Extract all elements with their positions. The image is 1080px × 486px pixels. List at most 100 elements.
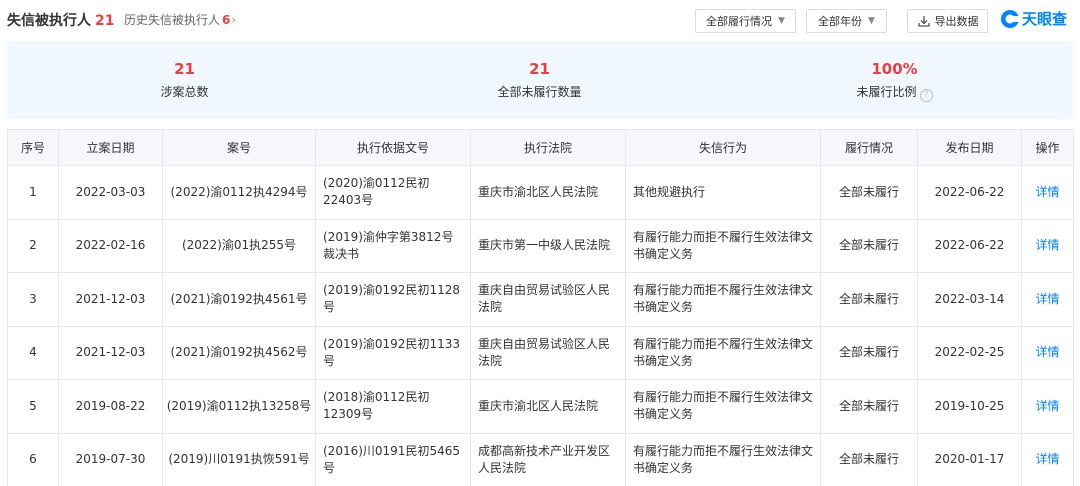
cell-dishonest-behavior: 有履行能力而拒不履行生效法律文书确定义务 — [625, 272, 821, 327]
cell-case-number: (2022)渝01执255号 — [162, 218, 316, 273]
cell-fulfillment-status: 全部未履行 — [820, 325, 918, 380]
column-header: 序号 — [7, 129, 59, 166]
export-button[interactable]: 导出数据 — [907, 9, 988, 33]
cell-dishonest-behavior: 有履行能力而拒不履行生效法律文书确定义务 — [625, 218, 821, 273]
column-header: 失信行为 — [625, 129, 821, 166]
detail-link[interactable]: 详情 — [1021, 165, 1074, 220]
cell-court: 重庆自由贸易试验区人民法院 — [470, 325, 626, 380]
stat-value: 100% — [871, 60, 918, 78]
column-header: 发布日期 — [917, 129, 1022, 166]
table-header-row: 序号 立案日期 案号 执行依据文号 执行法院 失信行为 履行情况 发布日期 操作 — [7, 129, 1074, 166]
table-row: 4 2021-12-03 (2021)渝0192执4562号 (2019)渝01… — [7, 325, 1074, 380]
cell-case-number: (2019)川0191执恢591号 — [162, 432, 316, 486]
section-title-text: 失信被执行人 — [7, 13, 91, 29]
cell-court: 重庆市渝北区人民法院 — [470, 165, 626, 220]
history-count: 6 — [222, 13, 231, 27]
cell-court: 成都高新技术产业开发区人民法院 — [470, 432, 626, 486]
cell-publish-date: 2022-02-25 — [917, 325, 1022, 380]
caret-down-icon: ▼ — [778, 16, 785, 26]
filter-year-dropdown[interactable]: 全部年份 ▼ — [806, 9, 887, 33]
detail-link[interactable]: 详情 — [1021, 379, 1074, 434]
cell-case-number: (2021)渝0192执4562号 — [162, 325, 316, 380]
export-label: 导出数据 — [934, 15, 979, 28]
table-row: 5 2019-08-22 (2019)渝0112执13258号 (2018)渝0… — [7, 379, 1074, 434]
detail-link[interactable]: 详情 — [1021, 432, 1074, 486]
filter-status-label: 全部履行情况 — [706, 15, 773, 28]
column-header: 执行法院 — [470, 129, 626, 166]
cell-fulfillment-status: 全部未履行 — [820, 272, 918, 327]
column-header: 立案日期 — [58, 129, 163, 166]
cell-index: 6 — [7, 432, 59, 486]
table-row: 2 2022-02-16 (2022)渝01执255号 (2019)渝仲字第38… — [7, 218, 1074, 273]
cell-fulfillment-status: 全部未履行 — [820, 432, 918, 486]
history-link-label: 历史失信被执行人 — [124, 13, 221, 27]
cell-case-number: (2021)渝0192执4561号 — [162, 272, 316, 327]
brand-logo[interactable]: 天眼查 — [1000, 8, 1067, 29]
download-icon — [917, 16, 930, 27]
help-icon[interactable]: ? — [919, 89, 933, 102]
cell-filing-date: 2022-03-03 — [58, 165, 163, 220]
column-header: 案号 — [162, 129, 316, 166]
cell-filing-date: 2021-12-03 — [58, 325, 163, 380]
cell-dishonest-behavior: 其他规避执行 — [625, 165, 821, 220]
filter-year-label: 全部年份 — [818, 15, 863, 28]
cell-publish-date: 2022-06-22 — [917, 165, 1022, 220]
dishonest-debtor-table: 序号 立案日期 案号 执行依据文号 执行法院 失信行为 履行情况 发布日期 操作… — [7, 129, 1074, 486]
cell-court: 重庆自由贸易试验区人民法院 — [470, 272, 626, 327]
cell-filing-date: 2019-07-30 — [58, 432, 163, 486]
cell-dishonest-behavior: 有履行能力而拒不履行生效法律文书确定义务 — [625, 325, 821, 380]
cell-filing-date: 2022-02-16 — [58, 218, 163, 273]
cell-index: 3 — [7, 272, 59, 327]
cell-basis-document: (2016)川0191民初5465号 — [315, 432, 471, 486]
filter-status-dropdown[interactable]: 全部履行情况 ▼ — [695, 9, 796, 33]
cell-basis-document: (2020)渝0112民初22403号 — [315, 165, 471, 220]
cell-fulfillment-status: 全部未履行 — [820, 218, 918, 273]
section-title-count: 21 — [95, 13, 115, 29]
cell-index: 1 — [7, 165, 59, 220]
chevron-right-icon: › — [231, 13, 237, 27]
detail-link[interactable]: 详情 — [1021, 325, 1074, 380]
column-header: 执行依据文号 — [315, 129, 471, 166]
cell-fulfillment-status: 全部未履行 — [820, 165, 918, 220]
cell-dishonest-behavior: 有履行能力而拒不履行生效法律文书确定义务 — [625, 432, 821, 486]
stat-total-cases: 21 涉案总数 — [7, 41, 362, 119]
cell-court: 重庆市渝北区人民法院 — [470, 379, 626, 434]
cell-dishonest-behavior: 有履行能力而拒不履行生效法律文书确定义务 — [625, 379, 821, 434]
cell-case-number: (2019)渝0112执13258号 — [162, 379, 316, 434]
cell-basis-document: (2019)渝0192民初1133号 — [315, 325, 471, 380]
cell-case-number: (2022)渝0112执4294号 — [162, 165, 316, 220]
stat-unfulfilled-ratio: 100% 未履行比例? — [717, 41, 1072, 119]
column-header: 履行情况 — [820, 129, 918, 166]
cell-publish-date: 2020-01-17 — [917, 432, 1022, 486]
column-header: 操作 — [1021, 129, 1074, 166]
history-link[interactable]: 历史失信被执行人 6› — [124, 11, 236, 28]
cell-publish-date: 2019-10-25 — [917, 379, 1022, 434]
cell-basis-document: (2019)渝0192民初1128号 — [315, 272, 471, 327]
stat-label-text: 未履行比例 — [856, 85, 917, 99]
cell-index: 2 — [7, 218, 59, 273]
table-row: 3 2021-12-03 (2021)渝0192执4561号 (2019)渝01… — [7, 272, 1074, 327]
cell-filing-date: 2019-08-22 — [58, 379, 163, 434]
cell-publish-date: 2022-06-22 — [917, 218, 1022, 273]
top-bar: 失信被执行人 21 历史失信被执行人 6› 全部履行情况 ▼ 全部年份 ▼ 导出数据 天… — [0, 0, 1080, 40]
table-row: 6 2019-07-30 (2019)川0191执恢591号 (2016)川01… — [7, 432, 1074, 486]
cell-fulfillment-status: 全部未履行 — [820, 379, 918, 434]
caret-down-icon: ▼ — [868, 16, 875, 26]
stat-value: 21 — [529, 60, 550, 78]
detail-link[interactable]: 详情 — [1021, 218, 1074, 273]
detail-link[interactable]: 详情 — [1021, 272, 1074, 327]
cell-basis-document: (2019)渝仲字第3812号裁决书 — [315, 218, 471, 273]
cell-publish-date: 2022-03-14 — [917, 272, 1022, 327]
stat-unfulfilled-count: 21 全部未履行数量 — [362, 41, 717, 119]
stat-value: 21 — [174, 60, 195, 78]
stat-label: 未履行比例? — [717, 83, 1072, 102]
section-title: 失信被执行人 21 — [7, 10, 114, 30]
cell-filing-date: 2021-12-03 — [58, 272, 163, 327]
stat-label: 全部未履行数量 — [497, 85, 582, 99]
cell-index: 5 — [7, 379, 59, 434]
tianyancha-logo-icon — [1001, 9, 1020, 28]
cell-index: 4 — [7, 325, 59, 380]
cell-court: 重庆市第一中级人民法院 — [470, 218, 626, 273]
cell-basis-document: (2018)渝0112民初12309号 — [315, 379, 471, 434]
summary-panel: 21 涉案总数 21 全部未履行数量 100% 未履行比例? — [7, 41, 1073, 119]
